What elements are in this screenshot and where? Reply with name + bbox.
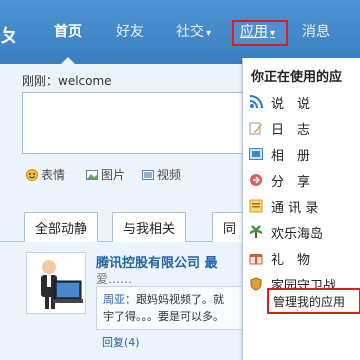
- shield-icon: [250, 277, 262, 291]
- avatar-icon: [41, 260, 83, 309]
- image-label: 图片: [101, 168, 126, 182]
- app-item-contacts[interactable]: 通 讯 录: [249, 194, 318, 218]
- quote-line-2: 宇了得。。。要是可以多。: [103, 310, 224, 323]
- video-label: 视频: [157, 168, 182, 182]
- nav-friends[interactable]: 好友: [116, 22, 144, 42]
- nav-apps[interactable]: 应用 ▾: [240, 22, 275, 44]
- image-icon: [86, 169, 98, 180]
- app-label: 欢乐海岛: [271, 226, 324, 242]
- status-label: 刚刚：welcome: [22, 74, 112, 88]
- smile-icon: [26, 168, 38, 181]
- island-icon: [249, 225, 263, 238]
- app-item-album[interactable]: 相 册: [249, 142, 310, 166]
- feed-subtext: 爱……: [96, 272, 133, 286]
- feed-quote: 周亚：跟妈妈视频了。就 宇了得。。。要是可以多。: [96, 286, 246, 330]
- app-item-shuoshuo[interactable]: 说 说: [249, 90, 310, 114]
- nav-messages[interactable]: 消息: [302, 22, 330, 42]
- app-label: 礼 物: [271, 252, 311, 268]
- avatar[interactable]: [26, 252, 86, 314]
- nav-social[interactable]: 社交 ▾: [176, 22, 211, 44]
- dropdown-title: 你正在使用的应: [251, 70, 343, 85]
- tab-related-to-me[interactable]: 与我相关: [112, 212, 187, 242]
- status-input[interactable]: [22, 92, 252, 154]
- nav-apps-label: 应用: [240, 24, 268, 40]
- nav-home[interactable]: 首页: [54, 22, 82, 64]
- app-label: 相 册: [271, 148, 311, 164]
- reply-link[interactable]: 回复(4): [102, 334, 140, 350]
- nav-edge-glyph: ㄆ: [0, 26, 18, 47]
- quote-line-1: 跟妈妈视频了。就: [136, 293, 224, 306]
- manage-apps-button[interactable]: 管理我的应用: [267, 288, 360, 314]
- video-button[interactable]: 视频: [142, 166, 181, 183]
- app-item-blog[interactable]: 日 志: [249, 116, 310, 140]
- app-item-happy-island[interactable]: 欢乐海岛: [249, 220, 323, 244]
- chevron-down-icon: ▾: [206, 28, 212, 39]
- rss-icon: [249, 95, 263, 109]
- app-label: 分 享: [271, 174, 311, 190]
- image-button[interactable]: 图片: [86, 166, 125, 183]
- app-item-gift[interactable]: 礼 物: [249, 246, 310, 270]
- emoji-label: 表情: [41, 168, 66, 182]
- gift-icon: [249, 254, 263, 265]
- pencil-icon: [249, 122, 262, 135]
- apps-dropdown: 你正在使用的应 说 说 日 志 相 册 分 享 通 讯 录 欢乐海岛 礼 物 家…: [242, 58, 360, 360]
- tab-all-updates[interactable]: 全部动静: [24, 212, 99, 242]
- app-item-share[interactable]: 分 享: [249, 168, 310, 192]
- album-icon: [249, 148, 263, 160]
- emoji-button[interactable]: 表情: [26, 166, 65, 183]
- feed-author[interactable]: 腾讯控股有限公司 最: [96, 252, 218, 271]
- chevron-down-icon: ▾: [270, 28, 276, 39]
- share-icon: [250, 174, 262, 186]
- app-label: 通 讯 录: [271, 200, 319, 216]
- app-label: 说 说: [271, 96, 311, 112]
- app-label: 日 志: [271, 122, 311, 138]
- quote-author[interactable]: 周亚：: [103, 293, 136, 306]
- nav-social-label: 社交: [176, 24, 204, 40]
- video-icon: [142, 169, 154, 180]
- top-nav-bar: ㄆ 首页 好友 社交 ▾ 应用 ▾ 消息: [0, 0, 360, 64]
- contacts-icon: [249, 199, 263, 213]
